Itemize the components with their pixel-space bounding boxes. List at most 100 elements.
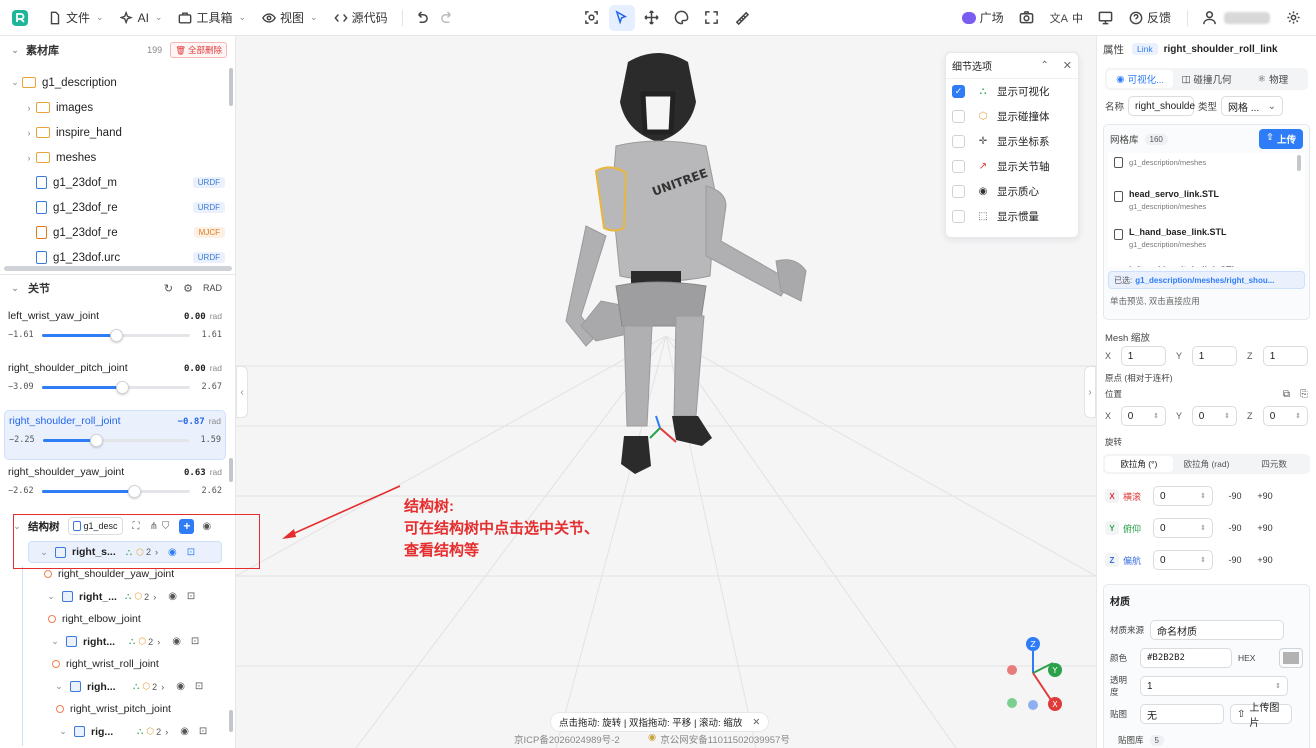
- monitor-button[interactable]: [1093, 5, 1119, 31]
- joint-control[interactable]: right_shoulder_pitch_joint 0.00 rad −3.09 2.…: [0, 358, 230, 410]
- root-chip[interactable]: g1_desc: [67, 517, 123, 535]
- opacity-input[interactable]: 1 ⇕: [1140, 676, 1288, 696]
- view-menu[interactable]: 视图 ⌄: [254, 4, 326, 32]
- plus-90-button[interactable]: +90: [1251, 491, 1279, 501]
- footer-police[interactable]: ◉ 京公网安备11011502039957号: [648, 732, 790, 746]
- camera-button[interactable]: [1014, 5, 1040, 31]
- texture-input[interactable]: 无: [1140, 704, 1224, 724]
- feedback-button[interactable]: 反馈: [1121, 4, 1179, 32]
- slider-handle[interactable]: [110, 328, 123, 342]
- tab-quaternion[interactable]: 四元数: [1240, 458, 1308, 470]
- eye-icon[interactable]: ◉: [172, 636, 181, 647]
- file-menu[interactable]: 文件 ⌄: [40, 4, 112, 32]
- chevron-up-icon[interactable]: ⌃: [1040, 60, 1048, 71]
- joint-control[interactable]: left_wrist_yaw_joint 0.00 rad −1.61 1.61: [0, 306, 230, 358]
- tab-visual[interactable]: ◉ 可视化...: [1107, 70, 1174, 88]
- reset-icon[interactable]: ↻: [164, 282, 173, 295]
- chevron-down-icon[interactable]: ⌄: [12, 521, 22, 532]
- scale-y-input[interactable]: 1: [1191, 346, 1237, 366]
- plus-90-button[interactable]: +90: [1251, 523, 1279, 533]
- lock-icon[interactable]: ⊡: [187, 591, 195, 602]
- slider-handle[interactable]: [127, 484, 141, 498]
- color-format[interactable]: HEX: [1238, 653, 1255, 663]
- source-code-button[interactable]: 源代码: [326, 4, 396, 32]
- slider-handle[interactable]: [89, 433, 103, 447]
- palette-button[interactable]: [669, 5, 695, 31]
- material-source-select[interactable]: 命名材质: [1150, 620, 1285, 640]
- mesh-item[interactable]: left_ankle_pitch_link.STL: [1108, 259, 1305, 267]
- close-icon[interactable]: ✕: [752, 717, 760, 728]
- tree-link-node[interactable]: ⌄ right_... ⛬ ⬡ 2 › ◉ ⊡: [0, 585, 230, 608]
- app-logo[interactable]: [0, 9, 40, 27]
- color-swatch[interactable]: [1279, 648, 1303, 668]
- tree-folder[interactable]: › images: [0, 95, 235, 120]
- texture-library[interactable]: 贴图库 5: [1110, 734, 1303, 746]
- vertical-scrollbar[interactable]: [229, 68, 233, 106]
- tab-physics[interactable]: ⚛ 物理: [1240, 72, 1306, 87]
- upload-image-button[interactable]: ⇧ 上传图片: [1230, 703, 1292, 729]
- tree-link-node[interactable]: ⌄ right... ⛬ ⬡ 2 › ◉ ⊡: [0, 630, 230, 653]
- 3d-viewport[interactable]: UNITREE Z Y X ‹ › 结构树: 可在结构树中点击选中关节、 查看结…: [236, 36, 1096, 748]
- language-button[interactable]: 文A 中: [1042, 4, 1091, 32]
- euler-input[interactable]: 0 ⇕: [1153, 550, 1213, 570]
- joint-slider[interactable]: −2.62 2.62: [8, 484, 222, 498]
- detail-option[interactable]: ⬚ 显示惯量: [946, 204, 1078, 229]
- link-icon[interactable]: ⋔: [150, 521, 158, 532]
- tree-folder[interactable]: › meshes: [0, 145, 235, 170]
- settings-button[interactable]: [1280, 5, 1306, 31]
- euler-input[interactable]: 0 ⇕: [1153, 486, 1213, 506]
- joint-control[interactable]: right_shoulder_roll_joint −0.87 rad −2.25 1.…: [4, 410, 226, 460]
- joint-scrollbar[interactable]: [229, 458, 233, 482]
- upload-button[interactable]: ⇧ 上传: [1259, 129, 1303, 149]
- tree-joint-node[interactable]: right_elbow_joint: [0, 608, 230, 630]
- tab-euler-deg[interactable]: 欧拉角 (°): [1105, 456, 1173, 472]
- detail-option[interactable]: ⬡ 显示碰撞体: [946, 104, 1078, 129]
- axes-gizmo[interactable]: Z Y X: [1007, 637, 1062, 711]
- undo-button[interactable]: [409, 5, 435, 31]
- delete-all-button[interactable]: 🗑 全部删除: [170, 42, 227, 58]
- paste-icon[interactable]: ⎘: [1300, 389, 1308, 400]
- lock-icon[interactable]: ⊡: [191, 636, 199, 647]
- shield-icon[interactable]: ⛉: [162, 521, 170, 532]
- redo-button[interactable]: [435, 5, 461, 31]
- tree-file[interactable]: g1_23dof_re URDF: [0, 195, 235, 220]
- mesh-item[interactable]: head_servo_link.STL g1_description/meshes: [1108, 183, 1305, 221]
- tree-joint-node[interactable]: right_shoulder_yaw_joint: [0, 563, 230, 585]
- tab-euler-rad[interactable]: 欧拉角 (rad): [1173, 458, 1241, 470]
- user-button[interactable]: [1196, 5, 1222, 31]
- minus-90-button[interactable]: -90: [1221, 491, 1249, 501]
- checkbox[interactable]: [952, 210, 965, 223]
- lock-icon[interactable]: ⊡: [187, 547, 195, 558]
- eye-icon[interactable]: ◉: [176, 681, 185, 692]
- eye-icon[interactable]: ◉: [168, 591, 177, 602]
- measure-button[interactable]: [729, 5, 755, 31]
- pos-z-input[interactable]: 0 ⇕: [1262, 406, 1308, 426]
- horizontal-scrollbar[interactable]: [4, 266, 232, 271]
- joint-value[interactable]: 0.63: [184, 468, 206, 478]
- joint-slider[interactable]: −2.25 1.59: [9, 433, 221, 447]
- mesh-scrollbar[interactable]: [1297, 155, 1301, 171]
- structure-scrollbar[interactable]: [229, 710, 233, 732]
- checkbox[interactable]: [952, 110, 965, 123]
- eye-icon[interactable]: ◉: [180, 726, 189, 737]
- color-input[interactable]: #B2B2B2: [1140, 648, 1232, 668]
- plus-90-button[interactable]: +90: [1251, 555, 1279, 565]
- detail-option[interactable]: ↗ 显示关节轴: [946, 154, 1078, 179]
- unit-toggle[interactable]: RAD: [203, 283, 222, 293]
- footer-icp[interactable]: 京ICP备2026024989号-2: [514, 732, 620, 746]
- name-input[interactable]: right_shoulde: [1128, 96, 1195, 116]
- euler-input[interactable]: 0 ⇕: [1153, 518, 1213, 538]
- joint-value[interactable]: 0.00: [184, 364, 206, 374]
- copy-icon[interactable]: ⧉: [1283, 389, 1290, 400]
- joint-value[interactable]: 0.00: [184, 312, 206, 322]
- lock-icon[interactable]: ⊡: [199, 726, 207, 737]
- pos-x-input[interactable]: 0 ⇕: [1120, 406, 1166, 426]
- hierarchy-icon[interactable]: ⛶: [133, 521, 140, 532]
- tree-link-node[interactable]: ⌄ rig... ⛬ ⬡ 2 › ◉ ⊡: [0, 720, 230, 743]
- tree-joint-node[interactable]: right_wrist_pitch_joint: [0, 698, 230, 720]
- tree-folder[interactable]: › inspire_hand: [0, 120, 235, 145]
- selected-tree-node[interactable]: ⌄ right_s... ⛬ ⬡ 2 › ◉ ⊡: [28, 541, 222, 563]
- type-select[interactable]: 网格 ... ⌄: [1221, 96, 1284, 116]
- fullscreen-button[interactable]: [699, 5, 725, 31]
- checkbox[interactable]: ✓: [952, 85, 965, 98]
